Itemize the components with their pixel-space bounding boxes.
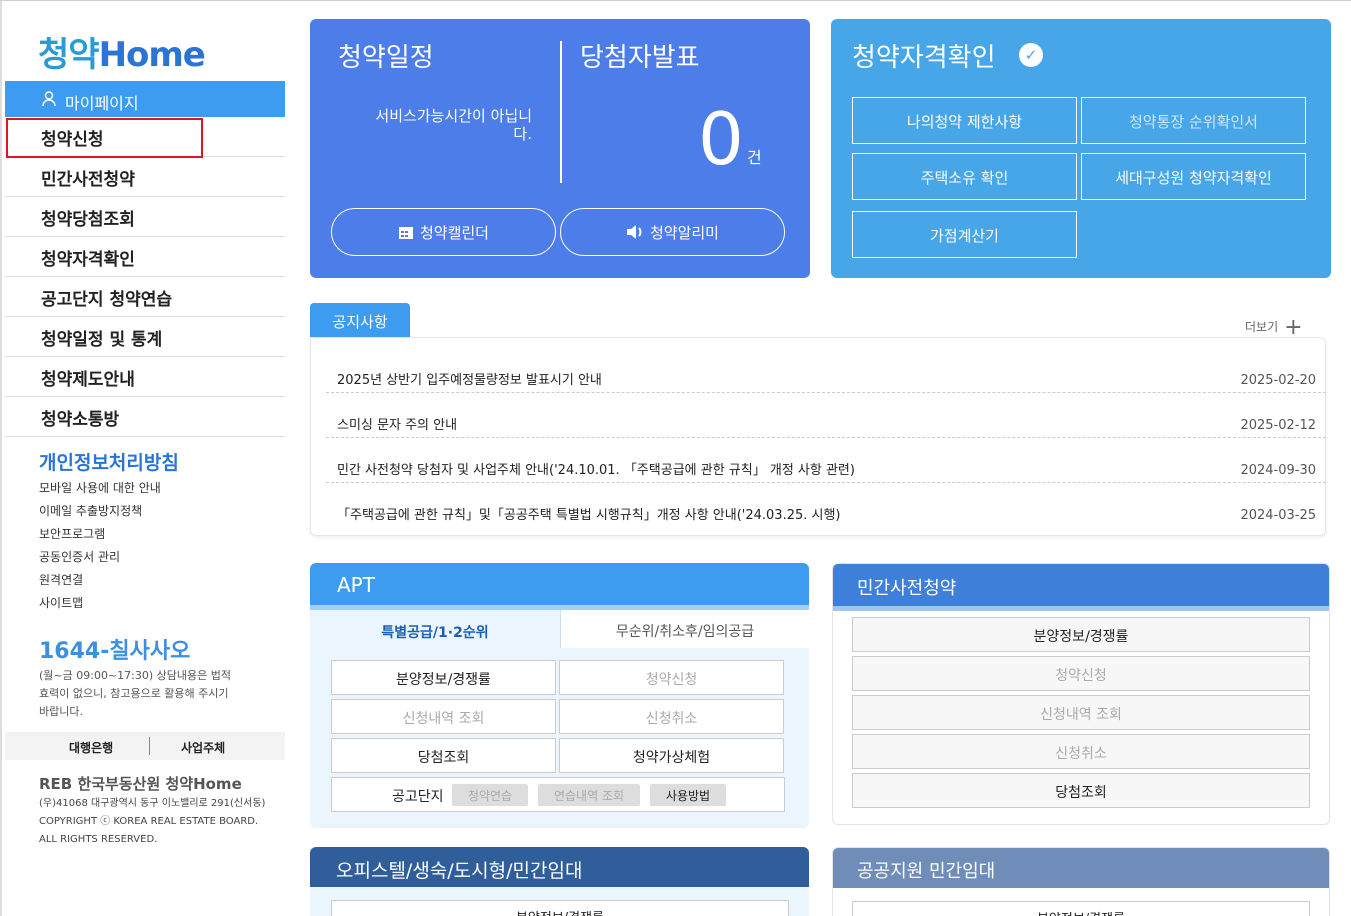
apt-title: APT: [310, 563, 809, 605]
score-calculator-button[interactable]: 가점계산기: [852, 211, 1077, 258]
apt-supply-info-button[interactable]: 분양정보/경쟁률: [331, 660, 556, 695]
pre-history-button[interactable]: 신청내역 조회: [852, 695, 1310, 730]
mypage-button[interactable]: 마이페이지: [5, 81, 285, 117]
link-email-policy[interactable]: 이메일 추출방지정책: [39, 502, 161, 525]
pre-supply-info-button[interactable]: 분양정보/경쟁률: [852, 617, 1310, 652]
household-qualification-button[interactable]: 세대구성원 청약자격확인: [1081, 153, 1306, 200]
sidebar-item-qualification[interactable]: 청약자격확인: [5, 237, 285, 277]
sidebar-item-practice[interactable]: 공고단지 청약연습: [5, 277, 285, 317]
apt-history-button[interactable]: 신청내역 조회: [331, 699, 556, 734]
call-center-number: 1644-칠사사오: [39, 639, 191, 664]
footer-address: (우)41068 대구광역시 동구 이노밸리로 291(신서동) COPYRIG…: [39, 798, 266, 845]
calendar-button[interactable]: 청약캘린더: [331, 208, 556, 256]
notice-row[interactable]: 민간 사전청약 당첨자 및 사업주체 안내('24.10.01. 「주택공급에 …: [326, 438, 1326, 483]
check-icon: ✓: [1019, 43, 1043, 67]
house-ownership-button[interactable]: 주택소유 확인: [852, 153, 1077, 200]
person-icon: [42, 91, 56, 107]
link-sitemap[interactable]: 사이트맵: [39, 594, 161, 617]
sidebar-item-private-pre[interactable]: 민간사전청약: [5, 157, 285, 197]
officetel-panel: 오피스텔/생숙/도시형/민간임대 분양정보/경쟁률: [310, 847, 809, 916]
private-pre-title-bar: [833, 606, 1329, 611]
service-status: 서비스가능시간이 아닙니다.: [375, 107, 532, 143]
apt-panel: APT 특별공급/1·2순위 무순위/취소후/임의공급 분양정보/경쟁률 청약신…: [310, 563, 809, 828]
notice-row[interactable]: 「주택공급에 관한 규칙」및「공공주택 특별법 시행규칙」개정 사항 안내('2…: [326, 483, 1326, 528]
sidebar-item-schedule-stats[interactable]: 청약일정 및 통계: [5, 317, 285, 357]
how-to-chip[interactable]: 사용방법: [650, 784, 726, 806]
notice-row[interactable]: 2025년 상반기 입주예정물량정보 발표시기 안내 2025-02-20: [326, 348, 1326, 393]
bank-link[interactable]: 대행은행: [69, 739, 113, 756]
apt-cancel-button[interactable]: 신청취소: [559, 699, 784, 734]
practice-row: 공고단지 청약연습 연습내역 조회 사용방법: [331, 777, 785, 812]
highlight-box: [6, 118, 203, 158]
apt-apply-button[interactable]: 청약신청: [559, 660, 784, 695]
calendar-icon: [398, 227, 413, 239]
practice-label: 공고단지: [392, 789, 444, 805]
reb-logo: REB 한국부동산원 청약Home: [39, 775, 242, 793]
winner-title[interactable]: 당첨자발표: [580, 37, 700, 74]
site-logo[interactable]: 청약Home: [38, 27, 206, 76]
link-security-program[interactable]: 보안프로그램: [39, 525, 161, 548]
public-rental-panel: 공공지원 민간임대 분양정보/경쟁률: [832, 847, 1330, 916]
apt-winner-button[interactable]: 당첨조회: [331, 738, 556, 773]
footer-links: 모바일 사용에 대한 안내 이메일 추출방지정책 보안프로그램 공동인증서 관리…: [39, 479, 161, 617]
link-mobile-guide[interactable]: 모바일 사용에 대한 안내: [39, 479, 161, 502]
link-certificate[interactable]: 공동인증서 관리: [39, 548, 161, 571]
pre-cancel-button[interactable]: 신청취소: [852, 734, 1310, 769]
tab-special-supply[interactable]: 특별공급/1·2순위: [310, 610, 560, 650]
speaker-icon: [626, 225, 642, 239]
public-rental-title: 공공지원 민간임대: [833, 848, 1329, 888]
notice-list: 2025년 상반기 입주예정물량정보 발표시기 안내 2025-02-20 스미싱…: [310, 337, 1326, 536]
sidebar-item-community[interactable]: 청약소통방: [5, 397, 285, 437]
qualification-card: 청약자격확인 ✓ 나의청약 제한사항 청약통장 순위확인서 주택소유 확인 세대…: [831, 19, 1331, 278]
sidebar-item-winner-lookup[interactable]: 청약당첨조회: [5, 197, 285, 237]
winner-count: 0: [698, 97, 744, 181]
more-link[interactable]: 더보기 +: [1245, 312, 1303, 340]
public-rental-supply-info-button[interactable]: 분양정보/경쟁률: [852, 901, 1310, 916]
notice-row[interactable]: 스미싱 문자 주의 안내 2025-02-12: [326, 393, 1326, 438]
biz-bar: 대행은행 사업주체: [5, 732, 285, 760]
qualification-title: 청약자격확인: [852, 43, 996, 73]
apt-virtual-button[interactable]: 청약가상체험: [559, 738, 784, 773]
private-pre-title: 민간사전청약: [833, 564, 1329, 606]
divider: [560, 41, 562, 183]
alarm-button[interactable]: 청약알리미: [560, 208, 785, 256]
count-unit: 건: [747, 148, 762, 167]
tab-notice[interactable]: 공지사항: [310, 303, 410, 337]
tab-no-rank[interactable]: 무순위/취소후/임의공급: [560, 610, 809, 648]
account-rank-button[interactable]: 청약통장 순위확인서: [1081, 97, 1306, 144]
company-link[interactable]: 사업주체: [181, 739, 225, 756]
sidebar-item-system-guide[interactable]: 청약제도안내: [5, 357, 285, 397]
divider: [149, 737, 150, 755]
schedule-title[interactable]: 청약일정: [338, 37, 434, 74]
sidebar: 청약Home 마이페이지 청약신청 민간사전청약 청약당첨조회 청약자격확인 공…: [0, 1, 285, 916]
my-restriction-button[interactable]: 나의청약 제한사항: [852, 97, 1077, 144]
pre-winner-button[interactable]: 당첨조회: [852, 773, 1310, 808]
officetel-title: 오피스텔/생숙/도시형/민간임대: [310, 847, 809, 887]
link-remote[interactable]: 원격연결: [39, 571, 161, 594]
sidebar-menu: 청약신청 민간사전청약 청약당첨조회 청약자격확인 공고단지 청약연습 청약일정…: [5, 117, 285, 437]
pre-apply-button[interactable]: 청약신청: [852, 656, 1310, 691]
practice-chip[interactable]: 청약연습: [452, 784, 528, 806]
private-pre-panel: 민간사전청약 분양정보/경쟁률 청약신청 신청내역 조회 신청취소 당첨조회: [832, 563, 1330, 825]
privacy-policy-link[interactable]: 개인정보처리방침: [39, 448, 179, 475]
practice-history-chip[interactable]: 연습내역 조회: [538, 784, 640, 806]
officetel-supply-info-button[interactable]: 분양정보/경쟁률: [331, 900, 789, 916]
schedule-card: 청약일정 당첨자발표 서비스가능시간이 아닙니다. 0 건 청약캘린더 청약알리…: [310, 19, 810, 278]
page: 청약Home 마이페이지 청약신청 민간사전청약 청약당첨조회 청약자격확인 공…: [0, 0, 1351, 916]
call-center-note: (월~금 09:00~17:30) 상담내용은 법적효력이 없으니, 참고용으로…: [39, 669, 231, 718]
